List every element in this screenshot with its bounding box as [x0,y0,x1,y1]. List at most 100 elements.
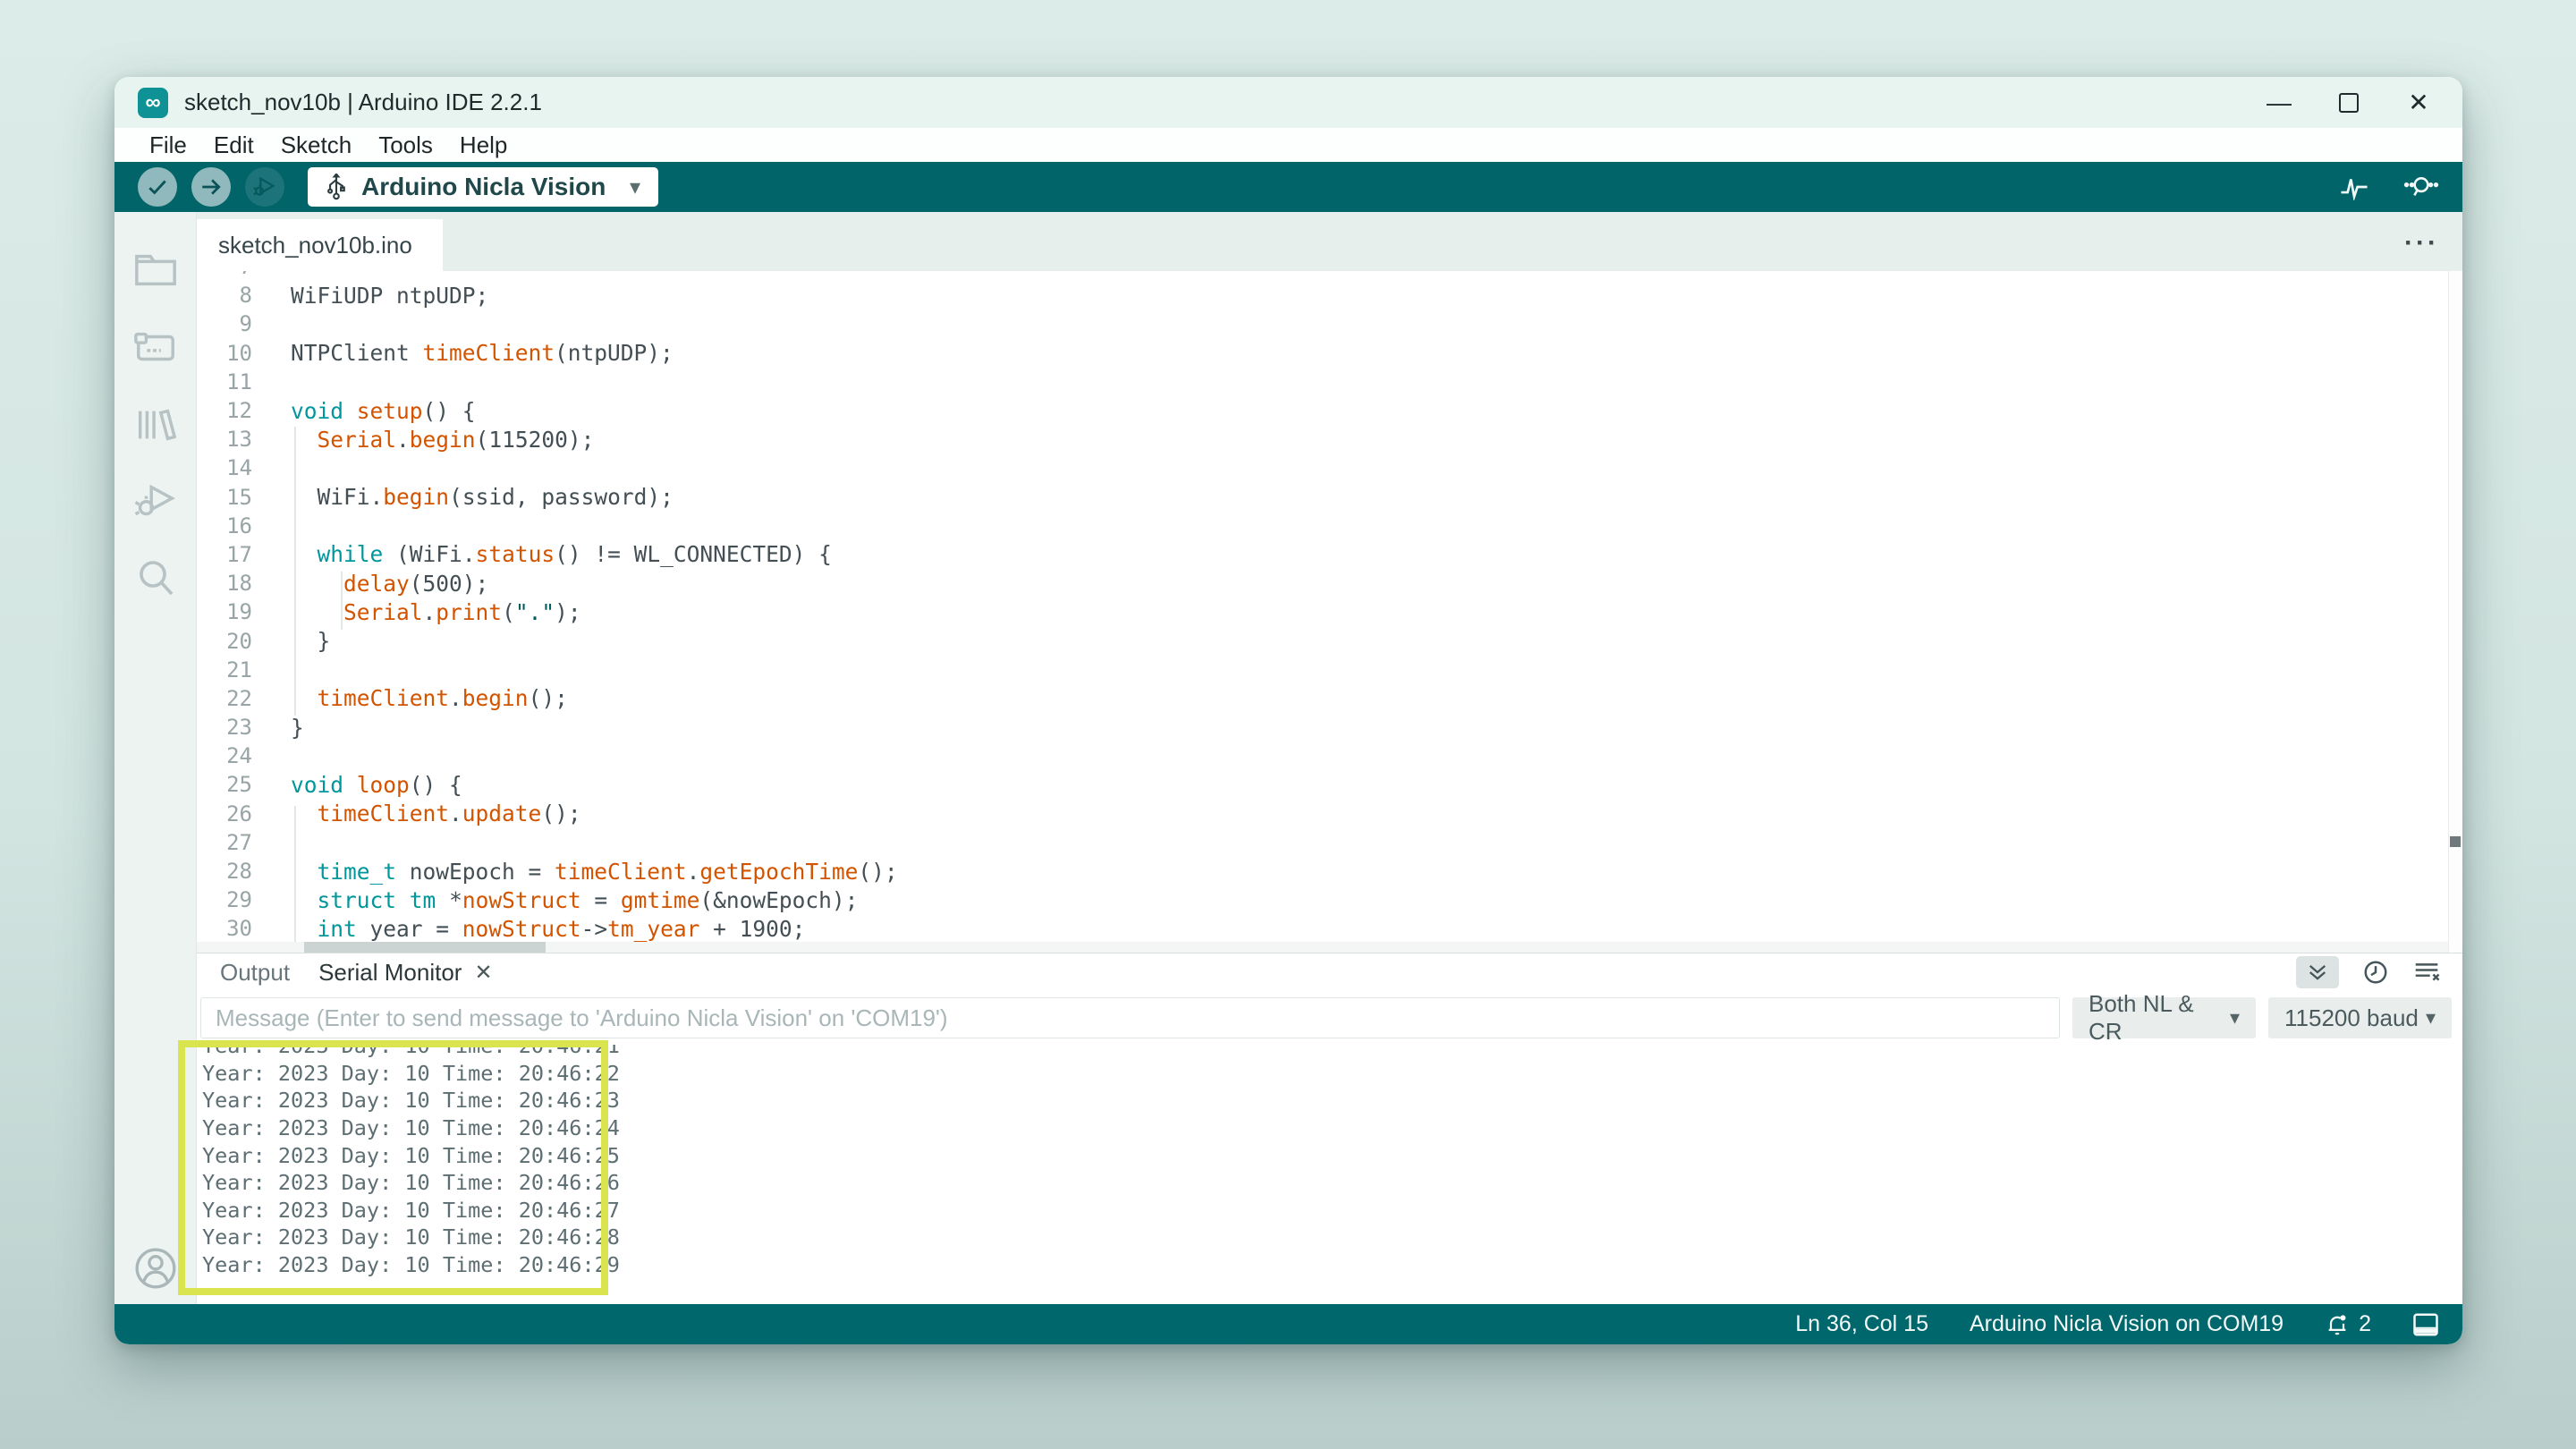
menu-bar: FileEditSketchToolsHelp [114,128,2462,162]
line-number[interactable]: 25 [197,772,252,797]
toggle-panel-button[interactable] [2412,1312,2439,1337]
activity-sidebar [114,212,197,1304]
menu-file[interactable]: File [136,131,200,159]
line-number[interactable]: 20 [197,629,252,654]
tab-sketch-ino[interactable]: sketch_nov10b.ino [197,219,443,271]
search-icon[interactable] [114,539,197,616]
serial-plotter-icon[interactable] [2339,174,2369,200]
timestamp-toggle[interactable] [2362,959,2389,986]
line-number[interactable]: 19 [197,599,252,624]
tab-serial-monitor[interactable]: Serial Monitor ✕ [304,959,507,987]
line-number[interactable]: 11 [197,369,252,394]
code-line[interactable]: 27 [197,828,2445,857]
editor-horizontal-scrollbar[interactable] [197,942,2448,953]
clear-output-icon [2412,959,2441,986]
line-number[interactable]: 9 [197,311,252,336]
line-number[interactable]: 29 [197,887,252,912]
debug-icon [252,174,277,199]
code-line[interactable]: 9 [197,309,2445,338]
code-line[interactable]: 29 struct tm *nowStruct = gmtime(&nowEpo… [197,886,2445,914]
code-line[interactable]: 23} [197,713,2445,741]
debug-sidebar-icon[interactable] [114,462,197,539]
line-ending-dropdown[interactable]: Both NL & CR ▾ [2072,997,2256,1038]
editor-tab-bar: sketch_nov10b.ino ··· [197,212,2462,271]
menu-help[interactable]: Help [446,131,521,159]
board-connection-status[interactable]: Arduino Nicla Vision on COM19 [1970,1311,2284,1337]
scrollbar-thumb[interactable] [2450,836,2461,847]
line-number[interactable]: 22 [197,686,252,711]
code-line[interactable]: 21 [197,656,2445,684]
clock-icon [2362,959,2389,986]
arduino-ide-window: ∞ sketch_nov10b | Arduino IDE 2.2.1 — ✕ … [114,77,2462,1344]
line-number[interactable]: 28 [197,859,252,884]
line-number[interactable]: 18 [197,571,252,596]
line-number[interactable]: 12 [197,398,252,423]
board-selector-dropdown[interactable]: Arduino Nicla Vision ▾ [308,167,658,207]
cursor-position[interactable]: Ln 36, Col 15 [1795,1311,1928,1337]
tab-output[interactable]: Output [206,959,304,987]
line-number[interactable]: 10 [197,341,252,366]
line-number[interactable]: 30 [197,916,252,941]
notifications-bell[interactable]: 2 [2325,1311,2371,1337]
code-line[interactable]: 7 [197,271,2445,281]
code-line[interactable]: 30 int year = nowStruct->tm_year + 1900; [197,914,2445,943]
code-line[interactable]: 17 while (WiFi.status() != WL_CONNECTED)… [197,540,2445,569]
line-number[interactable]: 16 [197,513,252,538]
code-line[interactable]: 14 [197,453,2445,482]
serial-message-input[interactable] [200,997,2060,1038]
maximize-button[interactable] [2314,82,2384,123]
debug-button[interactable] [245,167,284,207]
code-line[interactable]: 20 } [197,626,2445,655]
editor-vertical-scrollbar[interactable] [2448,271,2462,953]
baud-rate-dropdown[interactable]: 115200 baud ▾ [2268,997,2452,1038]
line-number[interactable]: 23 [197,715,252,740]
code-line[interactable]: 13 Serial.begin(115200); [197,425,2445,453]
code-line[interactable]: 25void loop() { [197,770,2445,799]
minimize-button[interactable]: — [2244,82,2314,123]
code-editor[interactable]: 7 8WiFiUDP ntpUDP;9 10NTPClient timeClient… [197,271,2462,953]
code-line[interactable]: 15 WiFi.begin(ssid, password); [197,483,2445,512]
serial-output-area[interactable]: Year: 2023 Day: 10 Time: 20:46:21Year: 2… [197,1045,2462,1304]
account-avatar-icon[interactable] [114,1241,197,1295]
code-line[interactable]: 26 timeClient.update(); [197,800,2445,828]
line-number[interactable]: 27 [197,830,252,855]
line-number[interactable]: 24 [197,743,252,768]
line-number[interactable]: 7 [197,271,252,279]
line-number[interactable]: 21 [197,657,252,682]
code-line[interactable]: 22 timeClient.begin(); [197,684,2445,713]
code-line[interactable]: 19 Serial.print("."); [197,597,2445,626]
code-line[interactable]: 16 [197,512,2445,540]
autoscroll-toggle[interactable] [2296,956,2339,988]
code-line[interactable]: 18 delay(500); [197,569,2445,597]
tab-serial-monitor-label: Serial Monitor [318,959,462,987]
code-line[interactable]: 28 time_t nowEpoch = timeClient.getEpoch… [197,857,2445,886]
line-number[interactable]: 26 [197,801,252,826]
close-icon[interactable]: ✕ [474,960,492,986]
code-line[interactable]: 11 [197,368,2445,396]
boards-manager-icon[interactable] [114,309,197,386]
sketchbook-folder-icon[interactable] [114,232,197,309]
code-line[interactable]: 24 [197,741,2445,770]
menu-edit[interactable]: Edit [200,131,267,159]
line-number[interactable]: 8 [197,283,252,308]
serial-monitor-icon[interactable] [2403,174,2439,200]
code-line[interactable]: 10NTPClient timeClient(ntpUDP); [197,339,2445,368]
menu-tools[interactable]: Tools [365,131,446,159]
code-line[interactable]: 8WiFiUDP ntpUDP; [197,281,2445,309]
line-number[interactable]: 15 [197,485,252,510]
line-number[interactable]: 14 [197,455,252,480]
line-ending-value: Both NL & CR [2089,990,2230,1046]
line-number[interactable]: 17 [197,542,252,567]
close-button[interactable]: ✕ [2384,82,2453,123]
clear-output-button[interactable] [2412,959,2441,986]
upload-button[interactable] [191,167,231,207]
menu-sketch[interactable]: Sketch [267,131,366,159]
code-line[interactable]: 12void setup() { [197,396,2445,425]
code-lines[interactable]: 7 8WiFiUDP ntpUDP;9 10NTPClient timeClient… [197,271,2445,953]
tab-overflow-menu-icon[interactable]: ··· [2404,228,2439,258]
chevron-down-icon: ▾ [630,174,640,200]
verify-button[interactable] [138,167,177,207]
library-manager-icon[interactable] [114,386,197,462]
scrollbar-thumb[interactable] [304,942,546,953]
line-number[interactable]: 13 [197,427,252,452]
